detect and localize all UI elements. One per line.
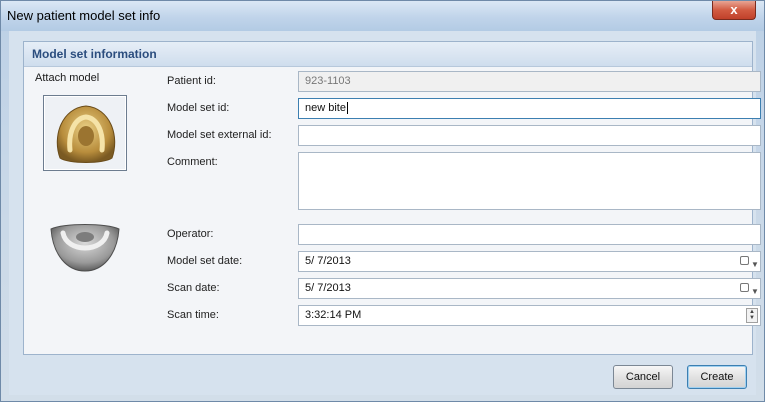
time-spinner-icon[interactable]: ▲ ▼ [746, 308, 758, 323]
model-set-date-picker[interactable]: 5/ 7/2013 ▼ [298, 251, 761, 272]
model-set-info-group: Model set information Attach model Patie… [23, 41, 761, 355]
external-id-label: Model set external id: [167, 129, 272, 141]
patient-id-field: 923-1103 [298, 71, 761, 92]
comment-label: Comment: [167, 156, 218, 168]
operator-label: Operator: [167, 228, 214, 240]
dialog-body: Model set information Attach model Patie… [9, 31, 761, 395]
model-set-id-label: Model set id: [167, 102, 230, 114]
scan-time-value: 3:32:14 PM [305, 309, 362, 321]
create-button[interactable]: Create [687, 365, 747, 389]
lower-model-thumbnail[interactable] [43, 207, 127, 283]
patient-id-value: 923-1103 [305, 75, 351, 87]
lower-dental-model-icon [50, 224, 120, 272]
title-bar: New patient model set info x [1, 1, 764, 31]
patient-id-label: Patient id: [167, 75, 216, 87]
scan-time-field[interactable]: 3:32:14 PM ▲ ▼ [298, 305, 761, 326]
attach-model-label: Attach model [35, 72, 100, 84]
comment-field[interactable] [298, 152, 761, 210]
calendar-dropdown-icon[interactable]: ▼ [740, 255, 759, 269]
calendar-dropdown-icon[interactable]: ▼ [740, 282, 759, 296]
close-button[interactable]: x [712, 1, 756, 20]
cancel-button[interactable]: Cancel [613, 365, 673, 389]
model-set-id-field[interactable]: new bite [298, 98, 761, 119]
group-header: Model set information [24, 42, 752, 67]
operator-field[interactable] [298, 224, 761, 245]
external-id-field[interactable] [298, 125, 761, 146]
model-set-id-value: new bite [305, 102, 346, 114]
scan-time-label: Scan time: [167, 309, 219, 321]
upper-model-thumbnail[interactable] [43, 95, 127, 171]
group-title: Model set information [32, 47, 157, 61]
scan-date-label: Scan date: [167, 282, 220, 294]
scan-date-picker[interactable]: 5/ 7/2013 ▼ [298, 278, 761, 299]
scan-date-value: 5/ 7/2013 [305, 282, 351, 294]
upper-dental-model-icon [56, 105, 116, 163]
model-set-date-value: 5/ 7/2013 [305, 255, 351, 267]
model-set-date-label: Model set date: [167, 255, 243, 267]
window-title: New patient model set info [7, 8, 161, 23]
text-caret [346, 102, 348, 115]
spin-down-icon[interactable]: ▼ [747, 315, 757, 321]
dialog-window: New patient model set info x Model set i… [0, 0, 765, 402]
